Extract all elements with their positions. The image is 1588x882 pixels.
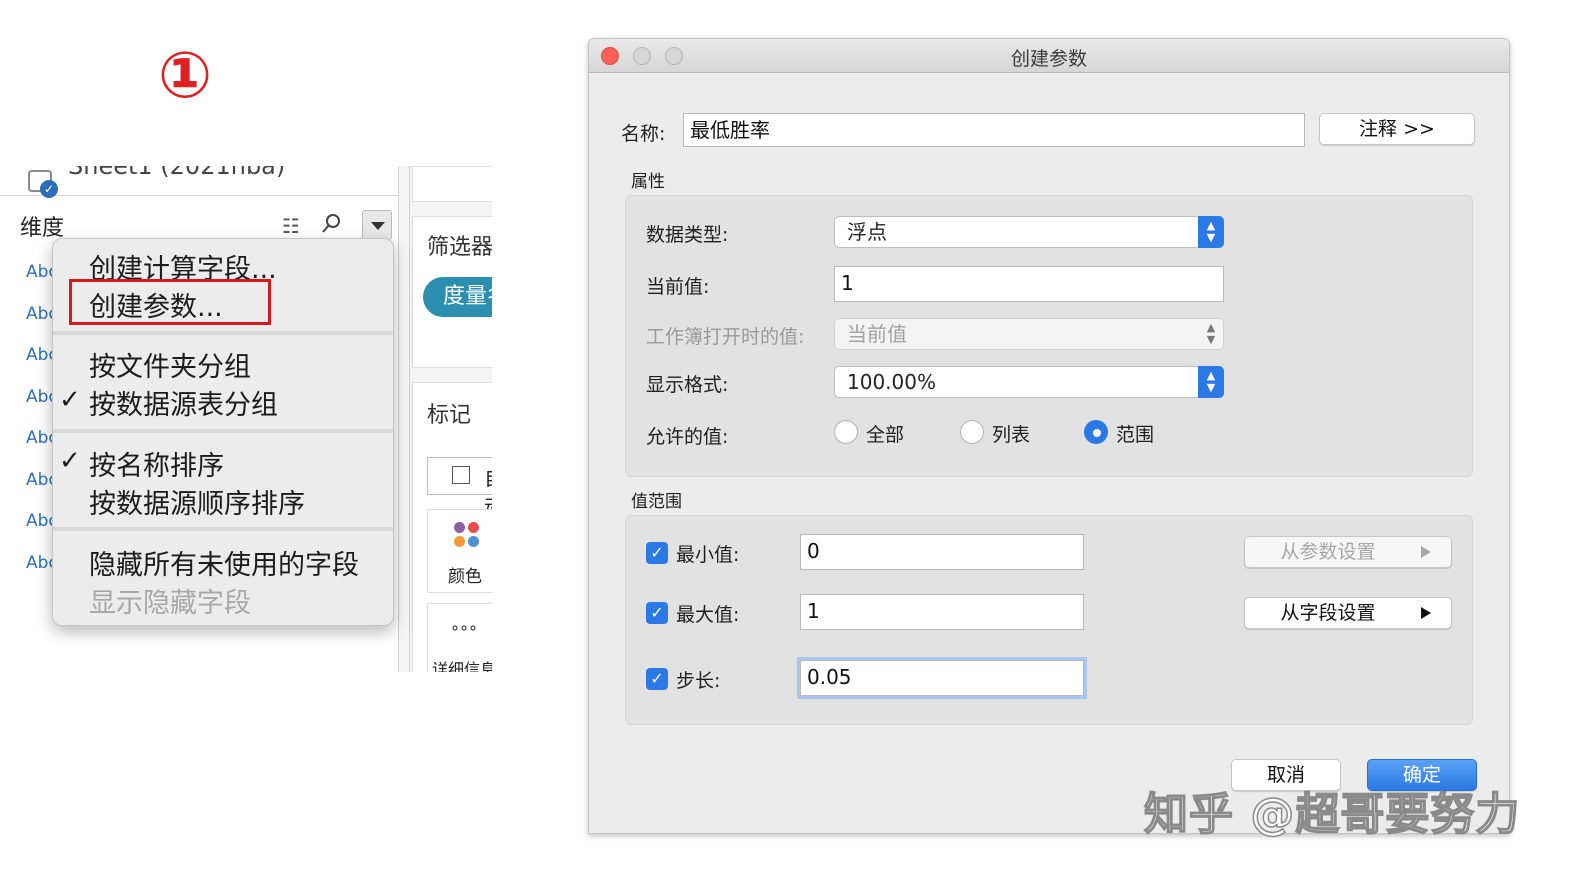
list-view-icon[interactable]: ☷	[282, 214, 300, 238]
range-group: ✓ 最小值: 0 从参数设置 ✓ 最大值: 1 从字段设置 ✓ 步长: 0.05	[625, 515, 1473, 725]
step-label: 步长:	[676, 670, 721, 692]
menu-separator	[53, 429, 393, 433]
datasource-icon	[28, 170, 58, 198]
detail-icon: ∘∘∘	[450, 618, 478, 637]
name-label: 名称:	[621, 123, 666, 145]
create-parameter-dialog: 创建参数 名称: 最低胜率 注释 >> 属性 数据类型: 浮点 ▲ ▼ 当前值: …	[588, 38, 1510, 834]
watermark: 知乎 @超哥要努力	[1143, 788, 1521, 841]
display-format-label: 显示格式:	[646, 374, 729, 396]
step-checkbox[interactable]: ✓	[646, 668, 668, 690]
shelves-column: 筛选器 度量名称 标记 自动 颜色 ∘∘∘ 详细信息	[410, 166, 492, 672]
marks-title: 标记	[427, 403, 472, 428]
menu-item-sort-by-source-order[interactable]: 按数据源顺序排序	[89, 482, 305, 521]
chevron-updown-icon: ▲ ▼	[1198, 216, 1224, 248]
check-icon: ✓	[59, 385, 81, 415]
display-format-value: 100.00%	[847, 370, 936, 394]
current-value-label: 当前值:	[646, 276, 710, 298]
chevron-updown-icon: ▲ ▼	[1198, 366, 1224, 398]
min-input[interactable]: 0	[800, 534, 1084, 570]
dimensions-title: 维度	[20, 216, 65, 241]
radio-all[interactable]	[834, 420, 858, 444]
chevron-updown-icon: ▲ ▼	[1206, 321, 1216, 346]
from-field-button[interactable]: 从字段设置	[1244, 597, 1452, 629]
dimensions-header: 维度 ☷	[0, 206, 398, 242]
pages-card	[412, 166, 492, 202]
menu-item-hide-unused-fields[interactable]: 隐藏所有未使用的字段	[89, 543, 359, 582]
mark-type-select[interactable]: 自动	[427, 457, 492, 519]
measure-names-pill[interactable]: 度量名称	[423, 277, 492, 317]
radio-range-label: 范围	[1116, 424, 1155, 446]
menu-separator	[53, 331, 393, 335]
min-checkbox[interactable]: ✓	[646, 542, 668, 564]
menu-separator	[53, 527, 393, 531]
color-icon	[454, 522, 480, 548]
current-value-input[interactable]: 1	[834, 266, 1224, 302]
step-input[interactable]: 0.05	[800, 660, 1084, 696]
max-checkbox[interactable]: ✓	[646, 602, 668, 624]
detail-button[interactable]: ∘∘∘ 详细信息	[427, 603, 492, 672]
menu-dropdown-button[interactable]	[362, 210, 392, 240]
menu-item-group-by-folder[interactable]: 按文件夹分组	[89, 345, 251, 384]
play-icon	[1421, 607, 1431, 619]
data-type-label: 数据类型:	[646, 224, 729, 246]
detail-label: 详细信息	[432, 660, 492, 672]
context-menu: 创建计算字段... 创建参数... 按文件夹分组 ✓ 按数据源表分组 ✓ 按名称…	[52, 238, 394, 626]
from-parameter-button: 从参数设置	[1244, 536, 1452, 568]
menu-item-show-hidden-fields: 显示隐藏字段	[89, 588, 251, 619]
mark-type-icon	[452, 466, 470, 484]
allowed-values-label: 允许的值:	[646, 426, 729, 448]
dialog-title: 创建参数	[1010, 48, 1087, 70]
open-value-label: 工作簿打开时的值:	[646, 326, 805, 348]
highlight-box	[69, 279, 271, 325]
data-pane-crop: Sheet1 (2021nba) 维度 ☷ Abc Abc Abc Abc Ab…	[0, 166, 492, 672]
menu-item-group-by-table[interactable]: 按数据源表分组	[89, 383, 278, 422]
from-field-label: 从字段设置	[1280, 602, 1376, 624]
dialog-titlebar[interactable]: 创建参数	[589, 39, 1509, 73]
max-input[interactable]: 1	[800, 594, 1084, 630]
radio-all-label: 全部	[866, 424, 905, 446]
play-icon	[1421, 546, 1431, 558]
properties-group: 数据类型: 浮点 ▲ ▼ 当前值: 1 工作簿打开时的值: 当前值 ▲ ▼ 显示格式…	[625, 195, 1473, 477]
filters-card: 筛选器 度量名称	[412, 216, 492, 368]
data-type-select[interactable]: 浮点 ▲ ▼	[834, 216, 1224, 248]
properties-title: 属性	[631, 172, 665, 192]
radio-list[interactable]	[960, 420, 984, 444]
check-icon: ✓	[59, 446, 81, 476]
step-marker-1-text: ①	[158, 39, 213, 113]
data-type-value: 浮点	[847, 220, 887, 244]
min-label: 最小值:	[676, 544, 740, 566]
comment-button[interactable]: 注释 >>	[1319, 113, 1475, 145]
color-label: 颜色	[448, 567, 482, 587]
color-button[interactable]: 颜色	[427, 509, 492, 593]
search-icon[interactable]	[320, 212, 344, 236]
pane-divider[interactable]	[398, 166, 410, 672]
from-parameter-label: 从参数设置	[1280, 541, 1376, 563]
menu-item-sort-by-name[interactable]: 按名称排序	[89, 444, 224, 483]
radio-list-label: 列表	[992, 424, 1031, 446]
marks-card: 标记 自动 颜色 ∘∘∘ 详细信息	[412, 382, 492, 672]
datasource-name: Sheet1 (2021nba)	[68, 166, 286, 180]
radio-range[interactable]	[1084, 420, 1108, 444]
open-value-select: 当前值 ▲ ▼	[834, 318, 1224, 350]
display-format-select[interactable]: 100.00% ▲ ▼	[834, 366, 1224, 398]
open-value-value: 当前值	[847, 322, 907, 346]
name-input[interactable]: 最低胜率	[683, 113, 1305, 147]
range-title: 值范围	[631, 492, 682, 512]
max-label: 最大值:	[676, 604, 740, 626]
filters-title: 筛选器	[427, 235, 492, 260]
datasource-row[interactable]: Sheet1 (2021nba)	[0, 166, 398, 198]
step-marker-1: ①	[158, 44, 212, 108]
